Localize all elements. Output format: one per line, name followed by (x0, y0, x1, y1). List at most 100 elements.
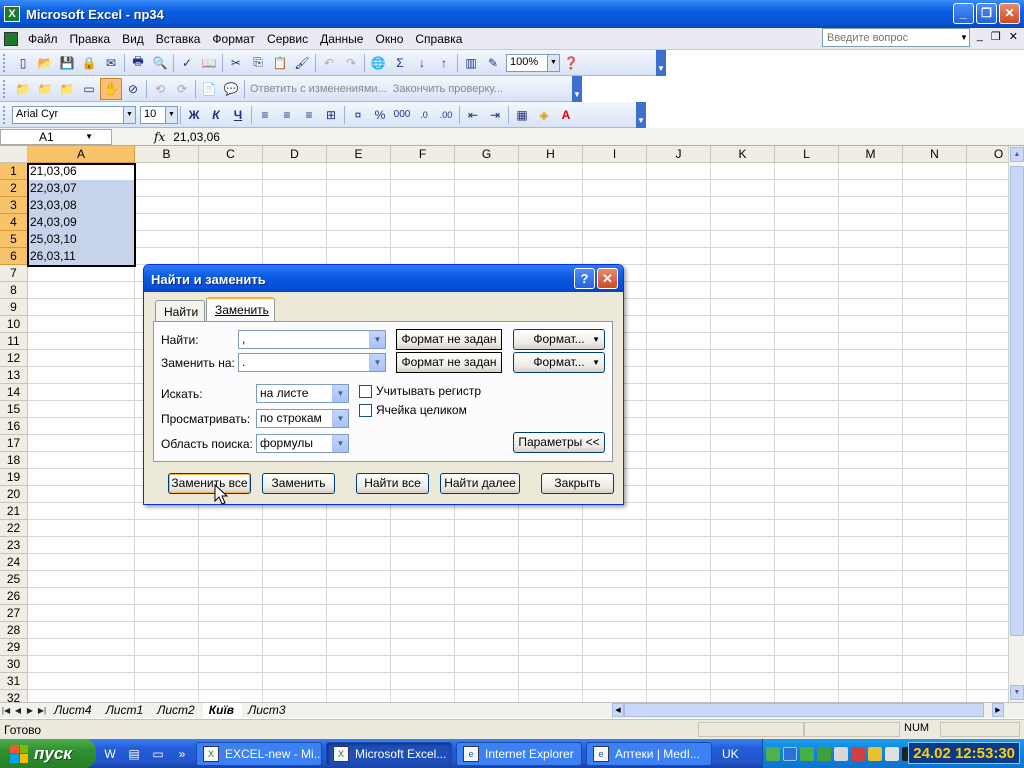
increase-decimal-icon[interactable]: .0 (413, 104, 435, 126)
menu-data[interactable]: Данные (314, 32, 369, 46)
help-search-input[interactable] (822, 28, 970, 47)
column-header-M[interactable]: M (839, 146, 903, 163)
close-dialog-button[interactable]: Закрыть (541, 473, 614, 494)
find-format-button[interactable]: Формат... ▼ (513, 329, 605, 350)
row-header-2[interactable]: 2 (0, 180, 28, 197)
tray-antivirus-icon[interactable] (800, 746, 814, 761)
review-icon-6[interactable]: ⊘ (122, 78, 144, 100)
tray-volume-icon[interactable] (868, 746, 882, 761)
menu-tools[interactable]: Сервис (261, 32, 314, 46)
column-header-E[interactable]: E (327, 146, 391, 163)
font-color-icon[interactable]: A (555, 104, 577, 126)
email-icon[interactable]: ✉ (100, 52, 122, 74)
row-header-18[interactable]: 18 (0, 452, 28, 469)
row-header-14[interactable]: 14 (0, 384, 28, 401)
end-review-button[interactable]: Закончить проверку... (390, 83, 506, 95)
font-size-combo[interactable]: 10 ▼ (140, 105, 178, 124)
row-header-28[interactable]: 28 (0, 622, 28, 639)
format-toolbar-options-icon[interactable]: ▼ (636, 101, 646, 128)
toolbar-options-icon[interactable]: ▼ (656, 49, 666, 76)
task-microsoft-excel[interactable]: X Microsoft Excel... (326, 741, 452, 766)
thousands-button[interactable]: 000 (391, 104, 413, 126)
sheet-tab-list3[interactable]: Лист3 (242, 703, 294, 718)
undo-icon[interactable]: ↶ (318, 52, 340, 74)
row-header-7[interactable]: 7 (0, 265, 28, 282)
font-name-combo[interactable]: Arial Cyr ▼ (12, 105, 136, 124)
row-header-8[interactable]: 8 (0, 282, 28, 299)
find-format-dropdown-icon[interactable]: ▼ (592, 330, 600, 349)
row-header-3[interactable]: 3 (0, 197, 28, 214)
percent-button[interactable]: % (369, 104, 391, 126)
doc-quicklaunch-icon[interactable]: ▤ (124, 744, 144, 764)
row-header-11[interactable]: 11 (0, 333, 28, 350)
save-icon[interactable]: 💾 (56, 52, 78, 74)
new-icon[interactable]: ▯ (12, 52, 34, 74)
fx-icon[interactable]: fx (154, 130, 165, 144)
decrease-decimal-icon[interactable]: .00 (435, 104, 457, 126)
search-order-dropdown-icon[interactable]: ▼ (332, 410, 348, 427)
chart-wizard-icon[interactable]: ▥ (460, 52, 482, 74)
column-header-J[interactable]: J (647, 146, 711, 163)
task-apteky[interactable]: e Аптеки | MedI... (586, 741, 712, 766)
review-icon-4[interactable]: ▭ (78, 78, 100, 100)
find-what-input[interactable]: , ▼ (238, 330, 386, 349)
review-icon-5[interactable]: ✋ (100, 77, 122, 100)
row-header-4[interactable]: 4 (0, 214, 28, 231)
row-header-16[interactable]: 16 (0, 418, 28, 435)
print-icon[interactable]: 🖶 (127, 52, 149, 74)
row-header-10[interactable]: 10 (0, 316, 28, 333)
sheet-tab-list1[interactable]: Лист1 (100, 703, 152, 718)
search-order-select[interactable]: по строкам ▼ (256, 409, 349, 428)
print-preview-icon[interactable]: 🔍 (149, 52, 171, 74)
menu-edit[interactable]: Правка (64, 32, 117, 46)
workbook-minimize-icon[interactable]: _ (977, 30, 983, 43)
underline-button[interactable]: Ч (227, 104, 249, 126)
restore-button[interactable]: ❐ (976, 3, 997, 24)
row-header-5[interactable]: 5 (0, 231, 28, 248)
row-header-6[interactable]: 6 (0, 248, 28, 265)
tray-clock-app-icon[interactable] (834, 746, 848, 761)
zoom-combo[interactable]: 100% ▼ (506, 53, 560, 72)
redo-icon[interactable]: ↷ (340, 52, 362, 74)
tray-network-icon[interactable] (766, 746, 780, 761)
replace-with-input[interactable]: . ▼ (238, 353, 386, 372)
fill-color-icon[interactable]: ◈ (533, 104, 555, 126)
dialog-close-button[interactable]: ✕ (597, 268, 618, 289)
find-all-button[interactable]: Найти все (356, 473, 429, 494)
menu-insert[interactable]: Вставка (150, 32, 207, 46)
replace-format-button[interactable]: Формат... ▼ (513, 352, 605, 373)
row-header-9[interactable]: 9 (0, 299, 28, 316)
cut-icon[interactable]: ✂ (225, 52, 247, 74)
review-icon-1[interactable]: 📁 (12, 78, 34, 100)
row-header-27[interactable]: 27 (0, 605, 28, 622)
name-box-dropdown-icon[interactable]: ▼ (85, 132, 93, 141)
replace-button[interactable]: Заменить (262, 473, 335, 494)
track-changes-icon[interactable]: 📄 (198, 78, 220, 100)
font-dropdown-icon[interactable]: ▼ (123, 106, 135, 123)
borders-icon[interactable]: ▦ (511, 104, 533, 126)
match-case-checkbox[interactable] (359, 385, 372, 398)
column-header-I[interactable]: I (583, 146, 647, 163)
last-sheet-icon[interactable]: ▶| (36, 706, 48, 715)
tray-security-icon[interactable] (851, 746, 865, 761)
row-header-1[interactable]: 1 (0, 163, 28, 180)
review-icon-7[interactable]: ⟲ (149, 78, 171, 100)
column-header-O[interactable]: O (967, 146, 1008, 163)
find-dropdown-icon[interactable]: ▼ (369, 331, 385, 348)
row-header-24[interactable]: 24 (0, 554, 28, 571)
sort-descending-icon[interactable]: ↑ (433, 52, 455, 74)
minimize-button[interactable]: _ (953, 3, 974, 24)
increase-indent-icon[interactable]: ⇥ (484, 104, 506, 126)
column-header-B[interactable]: B (135, 146, 199, 163)
paste-icon[interactable]: 📋 (269, 52, 291, 74)
merge-center-icon[interactable]: ⊞ (320, 104, 342, 126)
row-header-30[interactable]: 30 (0, 656, 28, 673)
row-header-13[interactable]: 13 (0, 367, 28, 384)
match-entire-label[interactable]: Ячейка целиком (376, 403, 467, 417)
task-excel-new[interactable]: X EXCEL-new - Mi... (196, 741, 322, 766)
help-search-dropdown-icon[interactable]: ▼ (958, 30, 970, 45)
sort-ascending-icon[interactable]: ↓ (411, 52, 433, 74)
row-header-19[interactable]: 19 (0, 469, 28, 486)
close-button[interactable]: ✕ (999, 3, 1020, 24)
drawing-icon[interactable]: ✎ (482, 52, 504, 74)
